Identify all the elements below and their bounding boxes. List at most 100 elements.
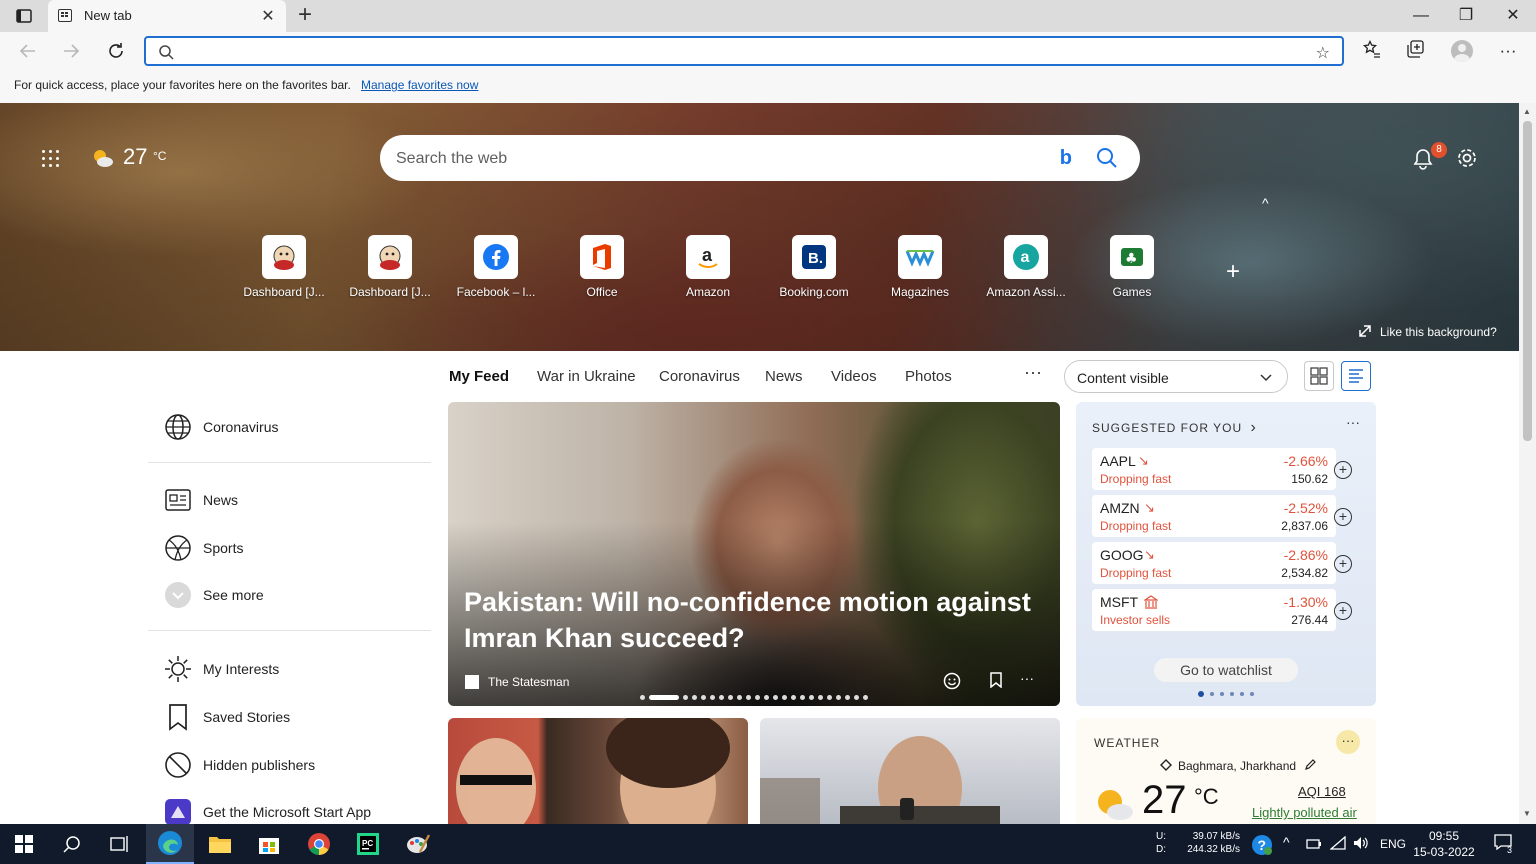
tab-new-tab[interactable]: New tab ✕ bbox=[48, 0, 286, 32]
weather-card[interactable]: WEATHER ··· Baghmara, Jharkhand 27 °C AQ… bbox=[1076, 718, 1376, 824]
add-site-button[interactable]: + bbox=[1226, 258, 1240, 286]
add-to-watchlist-button[interactable]: + bbox=[1334, 555, 1352, 573]
sidebar-item-sports[interactable]: Sports bbox=[164, 533, 243, 563]
close-window-button[interactable]: ✕ bbox=[1493, 4, 1533, 28]
quick-link-tile[interactable]: a Amazon Assi... bbox=[978, 235, 1074, 299]
tab-my-feed[interactable]: My Feed bbox=[449, 368, 509, 385]
list-view-button[interactable] bbox=[1341, 361, 1371, 391]
quick-link-tile[interactable]: B. Booking.com bbox=[766, 235, 862, 299]
collapse-chevron-icon[interactable]: ^ bbox=[1262, 195, 1269, 211]
stocks-more-button[interactable]: ··· bbox=[1346, 414, 1360, 430]
settings-menu-button[interactable]: ··· bbox=[1496, 40, 1520, 62]
like-background-button[interactable]: Like this background? bbox=[1358, 324, 1497, 339]
bing-logo-icon[interactable]: b bbox=[1060, 147, 1072, 170]
start-button[interactable] bbox=[0, 824, 48, 864]
taskbar-search-button[interactable] bbox=[48, 824, 96, 864]
page-scrollbar[interactable]: ▲ ▼ bbox=[1519, 103, 1536, 824]
taskbar-pycharm[interactable]: PC bbox=[344, 824, 392, 864]
tab-videos[interactable]: Videos bbox=[831, 368, 877, 385]
tab-close-button[interactable]: ✕ bbox=[258, 6, 278, 26]
apps-launcher-button[interactable] bbox=[42, 150, 62, 170]
weather-more-button[interactable]: ··· bbox=[1336, 730, 1360, 754]
tab-photos[interactable]: Photos bbox=[905, 368, 952, 385]
refresh-button[interactable] bbox=[103, 38, 129, 64]
taskbar-edge[interactable] bbox=[146, 824, 194, 864]
collections-button[interactable] bbox=[1404, 40, 1428, 62]
partly-sunny-icon[interactable] bbox=[91, 147, 115, 169]
edit-pencil-icon[interactable] bbox=[1304, 759, 1316, 771]
story-more-button[interactable]: ··· bbox=[1020, 670, 1034, 686]
feed-more-button[interactable]: ··· bbox=[1024, 362, 1042, 383]
add-to-watchlist-button[interactable]: + bbox=[1334, 602, 1352, 620]
forward-button[interactable] bbox=[58, 38, 84, 64]
wifi-icon[interactable] bbox=[1330, 836, 1346, 850]
air-quality-link[interactable]: Lightly polluted air bbox=[1252, 805, 1357, 820]
taskbar-store[interactable] bbox=[245, 824, 293, 864]
sidebar-item-get-app[interactable]: Get the Microsoft Start App bbox=[164, 797, 371, 827]
gear-icon[interactable] bbox=[1456, 147, 1478, 169]
tab-war-in-ukraine[interactable]: War in Ukraine bbox=[537, 368, 636, 385]
quick-link-tile[interactable]: Facebook – l... bbox=[448, 235, 544, 299]
search-icon[interactable] bbox=[1096, 147, 1118, 169]
sidebar-item-coronavirus[interactable]: Coronavirus bbox=[164, 412, 278, 442]
save-bookmark-icon[interactable] bbox=[989, 672, 1003, 688]
battery-icon[interactable] bbox=[1306, 837, 1322, 851]
favorites-button[interactable] bbox=[1360, 39, 1384, 62]
top-story-source[interactable]: The Statesman bbox=[488, 675, 569, 689]
taskbar-paint[interactable] bbox=[394, 824, 442, 864]
story-card[interactable] bbox=[448, 718, 748, 824]
quick-link-tile[interactable]: Dashboard [J... bbox=[236, 235, 332, 299]
restore-button[interactable]: ❐ bbox=[1446, 4, 1486, 28]
scroll-down-arrow-icon[interactable]: ▼ bbox=[1523, 809, 1531, 818]
sidebar-item-hidden-publishers[interactable]: Hidden publishers bbox=[164, 750, 315, 780]
help-icon[interactable]: ? bbox=[1251, 834, 1273, 856]
sidebar-item-my-interests[interactable]: My Interests bbox=[164, 654, 279, 684]
tab-actions-button[interactable] bbox=[12, 6, 36, 26]
minimize-button[interactable]: — bbox=[1401, 4, 1441, 28]
volume-icon[interactable] bbox=[1353, 836, 1369, 850]
quick-link-tile[interactable]: a Amazon bbox=[660, 235, 756, 299]
content-visibility-dropdown[interactable]: Content visible bbox=[1064, 360, 1288, 393]
task-view-button[interactable] bbox=[96, 824, 144, 864]
back-button[interactable] bbox=[15, 38, 41, 64]
grid-view-button[interactable] bbox=[1304, 361, 1334, 391]
scroll-up-arrow-icon[interactable]: ▲ bbox=[1523, 107, 1531, 116]
go-to-watchlist-button[interactable]: Go to watchlist bbox=[1154, 658, 1298, 682]
top-story-card[interactable]: Pakistan: Will no-confidence motion agai… bbox=[448, 402, 1060, 706]
address-bar[interactable]: ☆ bbox=[144, 36, 1344, 66]
hero-temperature[interactable]: 27 bbox=[123, 144, 147, 170]
quick-link-tile[interactable]: ♣ Games bbox=[1084, 235, 1180, 299]
input-language[interactable]: ENG bbox=[1380, 837, 1406, 851]
stock-row[interactable]: AMZN ↘ Dropping fast -2.52% 2,837.06 bbox=[1092, 495, 1336, 537]
top-story-headline[interactable]: Pakistan: Will no-confidence motion agai… bbox=[464, 584, 1044, 656]
stocks-title[interactable]: SUGGESTED FOR YOU › bbox=[1092, 419, 1257, 437]
scroll-thumb[interactable] bbox=[1523, 121, 1532, 441]
system-clock[interactable]: 09:55 15-03-2022 bbox=[1412, 828, 1476, 860]
taskbar-file-explorer[interactable] bbox=[196, 824, 244, 864]
taskbar-chrome[interactable] bbox=[295, 824, 343, 864]
sidebar-item-saved-stories[interactable]: Saved Stories bbox=[164, 702, 290, 732]
weather-location[interactable]: Baghmara, Jharkhand bbox=[1160, 759, 1316, 773]
notifications-bell-icon[interactable] bbox=[1413, 148, 1433, 170]
profile-avatar[interactable] bbox=[1451, 40, 1473, 62]
sidebar-item-see-more[interactable]: See more bbox=[164, 580, 264, 610]
stocks-carousel-indicator[interactable] bbox=[1198, 691, 1254, 697]
new-tab-button[interactable]: + bbox=[294, 3, 316, 27]
aqi-link[interactable]: AQI 168 bbox=[1298, 784, 1346, 799]
quick-link-tile[interactable]: Magazines bbox=[872, 235, 968, 299]
show-hidden-icons-chevron[interactable]: ^ bbox=[1283, 834, 1290, 850]
stock-row[interactable]: MSFT Investor sells -1.30% 276.44 bbox=[1092, 589, 1336, 631]
tab-coronavirus[interactable]: Coronavirus bbox=[659, 368, 740, 385]
react-emoji-icon[interactable] bbox=[943, 672, 961, 690]
manage-favorites-link[interactable]: Manage favorites now bbox=[361, 78, 478, 92]
carousel-indicator[interactable] bbox=[640, 694, 868, 700]
add-to-watchlist-button[interactable]: + bbox=[1334, 508, 1352, 526]
stock-row[interactable]: GOOG ↘ Dropping fast -2.86% 2,534.82 bbox=[1092, 542, 1336, 584]
web-search-box[interactable]: Search the web b bbox=[380, 135, 1140, 181]
quick-link-tile[interactable]: Office bbox=[554, 235, 650, 299]
add-to-watchlist-button[interactable]: + bbox=[1334, 461, 1352, 479]
tab-news[interactable]: News bbox=[765, 368, 803, 385]
story-card[interactable] bbox=[760, 718, 1060, 824]
quick-link-tile[interactable]: Dashboard [J... bbox=[342, 235, 438, 299]
add-favorite-icon[interactable]: ☆ bbox=[1316, 43, 1330, 63]
